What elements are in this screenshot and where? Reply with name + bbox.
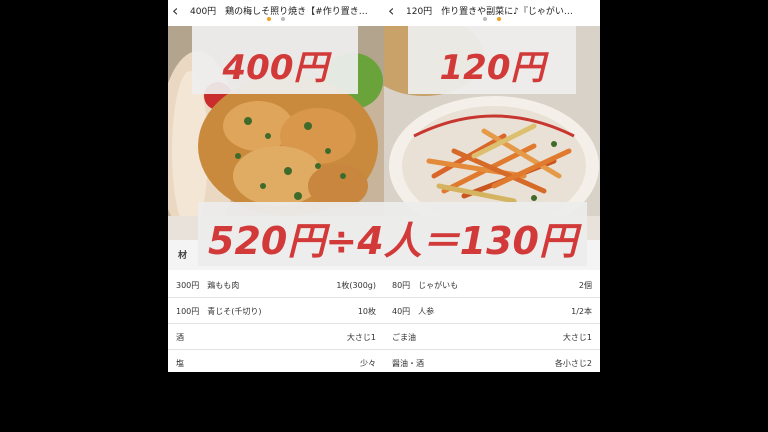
price-label: 400円 (222, 48, 328, 88)
ingredient-row: 塩 少々 (168, 350, 384, 372)
price-label-box: 120円 (408, 26, 576, 94)
ingredient-row: 酒 大さじ1 (168, 324, 384, 350)
ingredient-list: 300円 鶏もも肉 1枚(300g) 100円 青じそ(千切り) 10枚 酒 大… (168, 272, 384, 372)
ingredient-qty: 大さじ1 (346, 333, 376, 342)
ingredient-row: 300円 鶏もも肉 1枚(300g) (168, 272, 384, 298)
cost-formula: 520円÷4人＝130円 (208, 219, 577, 263)
ingredient-row: 100円 青じそ(千切り) 10枚 (168, 298, 384, 324)
nav-bar: ‹ 120円 作り置きや副菜に♪『じゃがい… (384, 0, 600, 26)
ingredient-name: ごま油 (392, 333, 416, 342)
ingredient-qty: 少々 (360, 359, 376, 368)
ingredient-row: 40円 人参 1/2本 (384, 298, 600, 324)
ingredient-qty: 10枚 (357, 307, 376, 316)
ingredient-qty: 2個 (578, 281, 592, 290)
ingredient-qty: 1/2本 (571, 307, 592, 316)
cost-formula-overlay: 520円÷4人＝130円 (198, 202, 587, 266)
ingredient-row: ごま油 大さじ1 (384, 324, 600, 350)
ingredient-row: 80円 じゃがいも 2個 (384, 272, 600, 298)
ingredient-name: 40円 人参 (392, 307, 435, 316)
ingredient-name: 酒 (176, 333, 184, 342)
ingredient-name: 100円 青じそ(千切り) (176, 307, 262, 316)
page-dot[interactable] (483, 17, 488, 21)
ingredient-name: 80円 じゃがいも (392, 281, 459, 290)
ingredient-qty: 各小さじ2 (554, 359, 592, 368)
recipe-title: 120円 作り置きや副菜に♪『じゃがい… (406, 7, 573, 17)
ingredient-list: 80円 じゃがいも 2個 40円 人参 1/2本 ごま油 大さじ1 醤油・酒 各… (384, 272, 600, 372)
recipe-panel-left: ‹ 400円 鶏の梅しそ照り焼き【#作り置き… 400円 材 300円 鶏もも肉… (168, 0, 384, 372)
nav-bar: ‹ 400円 鶏の梅しそ照り焼き【#作り置き… (168, 0, 384, 26)
ingredient-qty: 1枚(300g) (336, 281, 376, 290)
price-label: 120円 (439, 48, 545, 88)
page-indicator (384, 17, 600, 23)
recipe-title: 400円 鶏の梅しそ照り焼き【#作り置き… (190, 7, 368, 17)
ingredients-header-mark: 材 (178, 251, 188, 261)
page-dot[interactable] (280, 17, 285, 21)
ingredient-name: 醤油・酒 (392, 359, 424, 368)
ingredient-name: 300円 鶏もも肉 (176, 281, 240, 290)
page-indicator (168, 17, 384, 23)
ingredient-name: 塩 (176, 359, 184, 368)
ingredient-qty: 大さじ1 (562, 333, 592, 342)
page-dot-active[interactable] (496, 17, 501, 21)
ingredient-row: 醤油・酒 各小さじ2 (384, 350, 600, 372)
recipe-panel-right: ‹ 120円 作り置きや副菜に♪『じゃがい… 120円 80円 じゃがいも 2個… (384, 0, 600, 372)
price-label-box: 400円 (192, 26, 358, 94)
page-dot-active[interactable] (267, 17, 272, 21)
